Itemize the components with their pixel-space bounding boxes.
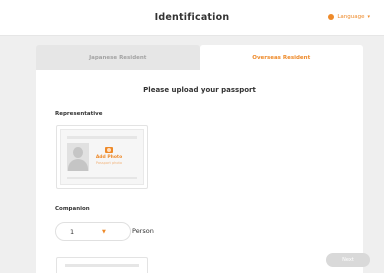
camera-icon [105,147,113,153]
passport-mrz-strip [67,177,137,179]
companion-label: Companion [55,206,90,212]
language-label: Language [337,14,365,20]
chevron-down-icon: ▼ [102,229,106,235]
companion-passport-upload-area[interactable] [56,257,148,273]
tab-overseas-resident[interactable]: Overseas Resident [199,45,363,70]
person-body-icon [68,159,88,171]
tab-japanese-resident[interactable]: Japanese Resident [36,45,200,70]
next-button[interactable]: Next [326,253,370,267]
add-photo-label: Add Photo [95,155,123,160]
page-title: Identification [154,12,230,23]
companion-count-select[interactable]: 1 ▼ [55,222,131,241]
companion-count-value: 1 [70,228,75,236]
passport-strip [67,136,137,139]
resident-tabs: Japanese Resident Overseas Resident [36,45,363,70]
companion-unit-label: Person [132,227,154,235]
header-bar: Identification Language ▾ [0,0,384,36]
globe-icon [328,14,335,20]
upload-heading: Please upload your passport [143,86,256,94]
chevron-down-icon: ▾ [367,14,370,20]
upload-card: Please upload your passport Representati… [36,70,363,273]
representative-label: Representative [55,111,103,117]
add-photo-overlay[interactable]: Add Photo Passport photo [91,147,127,165]
passport-upload-area[interactable]: Add Photo Passport photo [56,125,148,189]
passport-photo-placeholder [67,143,89,171]
passport-preview: Add Photo Passport photo [60,129,144,185]
language-selector[interactable]: Language ▾ [328,14,370,20]
person-head-icon [73,147,83,158]
passport-strip [65,264,139,267]
add-photo-sublabel: Passport photo [95,161,123,165]
